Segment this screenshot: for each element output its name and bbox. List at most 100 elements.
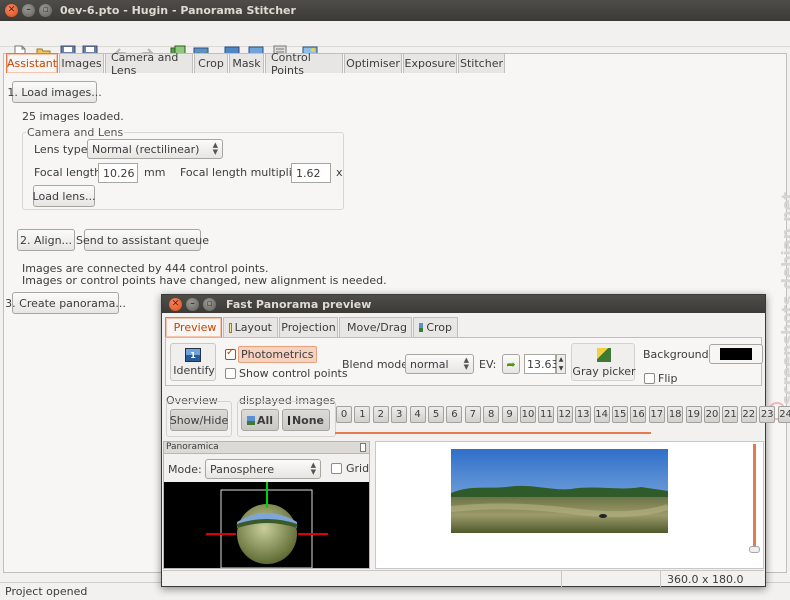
create-panorama-button[interactable]: 3. Create panorama... [5, 292, 126, 314]
ev-spinner-icon[interactable]: ▲ ▼ [556, 354, 566, 374]
panorama-image [451, 449, 668, 533]
tab-camera-and-lens[interactable]: Camera and Lens [105, 51, 193, 77]
image-strip-highlight [335, 432, 651, 434]
image-toggle-11[interactable]: 11 [538, 406, 555, 423]
tab-optimiser[interactable]: Optimiser [344, 53, 402, 73]
image-toggle-24[interactable]: 24 [777, 406, 790, 423]
image-toggle-12[interactable]: 12 [556, 406, 573, 423]
preview-canvas[interactable] [375, 441, 764, 569]
align-button[interactable]: 2. Align... [17, 229, 75, 251]
all-images-button[interactable]: All [241, 409, 279, 431]
focal-length-label: Focal length: [34, 166, 105, 179]
tab-move-drag[interactable]: Move/Drag [339, 317, 412, 337]
preview-maximize-button[interactable]: ▫ [203, 297, 216, 311]
image-toggle-15[interactable]: 15 [612, 406, 628, 423]
image-toggle-21[interactable]: 21 [722, 406, 739, 423]
image-toggle-18[interactable]: 18 [667, 406, 684, 423]
send-to-queue-button[interactable]: Send to assistant queue [76, 229, 209, 251]
background-color-button[interactable] [709, 344, 763, 364]
image-toggle-19[interactable]: 19 [685, 406, 702, 423]
identify-icon: 1 [185, 348, 201, 362]
preview-close-button[interactable]: ✕ [169, 297, 182, 311]
tab-images[interactable]: Images [59, 53, 104, 73]
image-toggle-22[interactable]: 22 [740, 406, 757, 423]
status-divider [561, 571, 562, 587]
photometrics-checkbox[interactable] [225, 347, 236, 360]
lens-type-label: Lens type: [34, 143, 92, 156]
identify-button[interactable]: 1 Identify [170, 343, 216, 381]
focal-multiplier-input[interactable]: 1.62 [291, 163, 331, 183]
tab-control-points[interactable]: Control Points [265, 51, 343, 77]
background-color-swatch [720, 348, 752, 360]
image-toggle-0[interactable]: 0 [336, 406, 352, 423]
close-window-button[interactable]: ✕ [5, 4, 18, 17]
image-toggle-17[interactable]: 17 [648, 406, 665, 423]
panosphere-overview[interactable] [164, 482, 369, 568]
no-images-button[interactable]: None [282, 409, 330, 431]
image-toggle-2[interactable]: 2 [372, 406, 389, 423]
tab-preview[interactable]: Preview [165, 317, 222, 337]
show-hide-button[interactable]: Show/Hide [170, 409, 228, 431]
tab-mask[interactable]: Mask [229, 53, 264, 73]
all-images-icon [247, 415, 255, 425]
minimize-window-button[interactable]: – [22, 4, 35, 17]
camera-lens-group-title: Camera and Lens [26, 126, 125, 139]
image-toggle-3[interactable]: 3 [391, 406, 408, 423]
preview-titlebar: ✕ – ▫ Fast Panorama preview [162, 295, 765, 313]
image-toggle-20[interactable]: 20 [704, 406, 720, 423]
no-images-icon [288, 415, 290, 425]
apply-ev-arrow-icon[interactable]: ➦ [502, 354, 520, 374]
status-divider [660, 571, 661, 587]
mode-select[interactable]: Panosphere ▲ ▼ [205, 459, 321, 479]
gray-picker-button[interactable]: Gray picker [571, 343, 636, 381]
load-lens-button[interactable]: Load lens... [33, 185, 95, 207]
mode-spinner-icon: ▲ ▼ [310, 461, 316, 476]
image-toggle-1[interactable]: 1 [354, 406, 371, 423]
load-images-button[interactable]: 1. Load images... [7, 81, 102, 103]
spinner-arrows-icon: ▲ ▼ [212, 141, 218, 156]
panoramica-pane: Panoramica Mode: Panosphere ▲ ▼ Grid [163, 441, 370, 569]
maximize-window-button[interactable]: ▫ [39, 4, 52, 17]
focal-length-input[interactable]: 10.26 [98, 163, 138, 183]
image-toggle-16[interactable]: 16 [630, 406, 647, 423]
image-toggle-8[interactable]: 8 [483, 406, 500, 423]
preview-window: ✕ – ▫ Fast Panorama preview Preview Layo… [161, 294, 790, 587]
blend-mode-value: normal [410, 357, 449, 371]
image-toggle-4[interactable]: 4 [409, 406, 426, 423]
preview-slider-handle[interactable] [749, 546, 760, 553]
tab-crop[interactable]: Crop [194, 53, 228, 73]
focal-length-unit: mm [144, 166, 166, 179]
image-toggle-7[interactable]: 7 [464, 406, 481, 423]
ev-input[interactable]: 13.63 [524, 354, 559, 374]
preview-title: Fast Panorama preview [226, 297, 372, 311]
blend-mode-select[interactable]: normal ▲ ▼ [405, 354, 474, 374]
status-text: Project opened [5, 585, 88, 598]
image-toggle-6[interactable]: 6 [446, 406, 463, 423]
image-toggle-23[interactable]: 23 [759, 406, 776, 423]
watermark: screenshots.debian.net [766, 186, 790, 426]
image-toggle-14[interactable]: 14 [593, 406, 610, 423]
flip-checkbox[interactable] [644, 373, 655, 384]
tab-preview-crop[interactable]: Crop [413, 317, 458, 337]
preview-slider-track[interactable] [753, 444, 756, 548]
image-toggle-9[interactable]: 9 [501, 406, 518, 423]
show-control-points-checkbox[interactable] [225, 368, 236, 379]
gray-picker-icon [597, 348, 611, 362]
tab-layout[interactable]: Layout [223, 317, 278, 337]
image-toggle-10[interactable]: 10 [520, 406, 536, 423]
tab-assistant[interactable]: Assistant [6, 53, 58, 73]
image-toggle-13[interactable]: 13 [575, 406, 592, 423]
gray-picker-label: Gray picker [572, 365, 636, 378]
watermark-text: screenshots.debian.net [778, 192, 790, 405]
tab-projection[interactable]: Projection [279, 317, 338, 337]
tab-exposure[interactable]: Exposure [403, 53, 457, 73]
preview-minimize-button[interactable]: – [186, 297, 199, 311]
lens-type-select[interactable]: Normal (rectilinear) ▲ ▼ [87, 139, 223, 159]
pane-pin-icon[interactable] [360, 443, 366, 452]
toolbar [0, 21, 790, 61]
layout-tab-icon [229, 322, 232, 333]
grid-checkbox[interactable] [331, 463, 342, 474]
tab-stitcher[interactable]: Stitcher [458, 53, 505, 73]
image-toggle-5[interactable]: 5 [428, 406, 444, 423]
flip-label: Flip [658, 372, 678, 385]
